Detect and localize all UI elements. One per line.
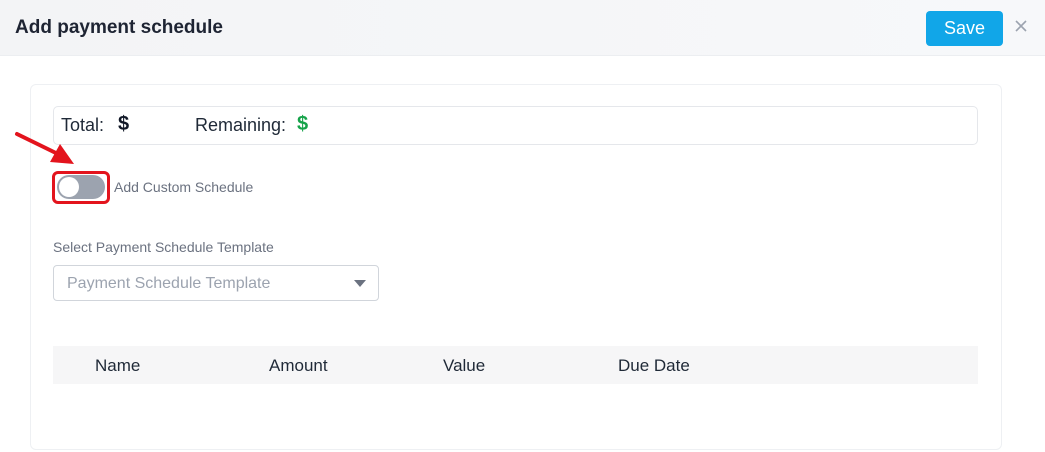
save-button[interactable]: Save <box>926 11 1003 46</box>
custom-schedule-toggle[interactable] <box>57 175 105 199</box>
modal-title: Add payment schedule <box>15 17 223 38</box>
totals-bar: Total: $ Remaining: $ <box>53 106 978 145</box>
column-header-name: Name <box>95 356 141 375</box>
remaining-value: $ <box>297 113 309 135</box>
template-select-placeholder: Payment Schedule Template <box>67 275 271 292</box>
template-select-label: Select Payment Schedule Template <box>53 239 274 255</box>
schedule-table-header: Name Amount Value Due Date <box>53 346 978 384</box>
close-icon[interactable] <box>1011 16 1031 36</box>
column-header-value: Value <box>443 356 486 375</box>
total-value: $ <box>118 113 130 135</box>
column-header-amount: Amount <box>269 356 328 375</box>
remaining-label: Remaining: <box>195 115 287 135</box>
modal-header: Add payment schedule Save <box>0 0 1045 56</box>
toggle-knob <box>59 177 79 197</box>
custom-schedule-label: Add Custom Schedule <box>114 179 254 195</box>
annotation-arrow-icon <box>15 132 74 164</box>
column-header-due-date: Due Date <box>618 356 690 375</box>
template-select[interactable]: Payment Schedule Template <box>53 265 379 301</box>
chevron-down-icon <box>354 280 366 287</box>
